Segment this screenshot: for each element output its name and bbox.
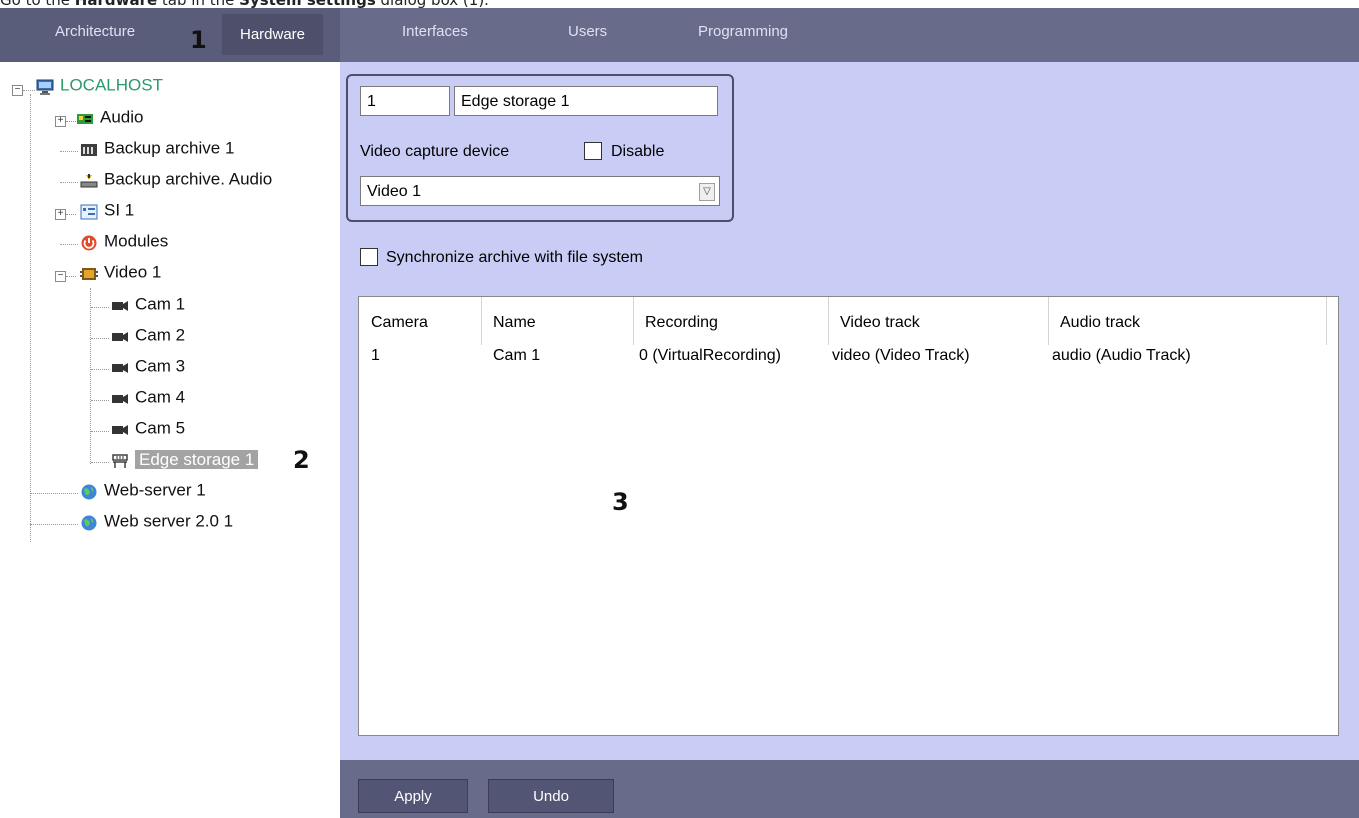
tree-node-localhost[interactable]: LOCALHOST xyxy=(36,71,163,99)
video-capture-device-label: Video capture device xyxy=(360,143,510,160)
column-header-audio-track[interactable]: Audio track xyxy=(1048,297,1326,345)
globe-icon xyxy=(80,512,98,531)
tab-users[interactable]: Users xyxy=(568,8,607,55)
tree-node-cam-2[interactable]: Cam 2 xyxy=(111,321,185,349)
tree-node-modules[interactable]: Modules xyxy=(80,227,168,255)
video-board-icon xyxy=(80,263,98,280)
table-cell-name[interactable]: Cam 1 xyxy=(481,345,633,369)
camera-icon xyxy=(111,388,129,404)
tree-node-video-1[interactable]: Video 1 xyxy=(80,258,161,286)
apply-button[interactable]: Apply xyxy=(358,779,468,813)
tree-node-web-server-1[interactable]: Web-server 1 xyxy=(80,476,206,504)
camera-icon xyxy=(111,295,129,311)
computer-icon xyxy=(36,76,54,95)
tree-node-cam-3[interactable]: Cam 3 xyxy=(111,352,185,380)
camera-icon xyxy=(111,419,129,435)
si-icon xyxy=(80,201,98,220)
column-header-recording[interactable]: Recording xyxy=(633,297,828,345)
chevron-down-icon[interactable]: ▽ xyxy=(699,183,715,201)
collapse-icon[interactable]: − xyxy=(55,271,66,282)
expand-icon[interactable]: + xyxy=(55,116,66,127)
disable-checkbox[interactable] xyxy=(584,142,602,160)
archive-audio-icon xyxy=(80,170,98,188)
tree-node-backup-archive-1[interactable]: Backup archive 1 xyxy=(80,134,234,162)
expand-icon[interactable]: + xyxy=(55,209,66,220)
tree-node-si-1[interactable]: SI 1 xyxy=(80,196,134,224)
column-header-video-track[interactable]: Video track xyxy=(828,297,1048,345)
tab-interfaces[interactable]: Interfaces xyxy=(402,8,468,55)
callout-1: 1 xyxy=(190,26,207,54)
video-capture-device-select[interactable]: Video 1 ▽ xyxy=(360,176,720,206)
tab-hardware[interactable]: Hardware xyxy=(222,14,324,55)
table-cell-recording[interactable]: 0 (VirtualRecording) xyxy=(633,345,828,369)
tree-node-edge-storage-1[interactable]: Edge storage 1 xyxy=(111,445,259,473)
tab-programming[interactable]: Programming xyxy=(698,8,788,55)
disable-label: Disable xyxy=(611,143,665,160)
camera-icon xyxy=(111,357,129,373)
audio-card-icon xyxy=(76,108,94,124)
tree-node-web-server-2-0-1[interactable]: Web server 2.0 1 xyxy=(80,507,233,535)
tree-node-backup-archive-audio[interactable]: Backup archive. Audio xyxy=(80,165,272,193)
collapse-icon[interactable]: − xyxy=(12,85,23,96)
sync-archive-label: Synchronize archive with file system xyxy=(386,249,643,266)
column-header-name[interactable]: Name xyxy=(481,297,633,345)
tree-node-cam-4[interactable]: Cam 4 xyxy=(111,383,185,411)
callout-3: 3 xyxy=(612,488,629,516)
edge-storage-icon xyxy=(111,450,129,468)
name-field[interactable]: Edge storage 1 xyxy=(454,86,718,116)
table-cell-video-track[interactable]: video (Video Track) xyxy=(828,345,1048,369)
id-field[interactable]: 1 xyxy=(360,86,450,116)
sync-archive-checkbox[interactable] xyxy=(360,248,378,266)
callout-2: 2 xyxy=(293,446,310,474)
table-cell-camera[interactable]: 1 xyxy=(359,345,481,369)
column-header-camera[interactable]: Camera xyxy=(359,297,481,345)
tree-node-cam-5[interactable]: Cam 5 xyxy=(111,414,185,442)
tree-node-audio[interactable]: Audio xyxy=(76,103,143,131)
table-cell-audio-track[interactable]: audio (Audio Track) xyxy=(1048,345,1326,369)
tree-node-cam-1[interactable]: Cam 1 xyxy=(111,290,185,318)
hardware-tree: − LOCALHOST + Audio Backup archive 1 Bac… xyxy=(0,62,340,818)
camera-table: Camera Name Recording Video track Audio … xyxy=(358,296,1339,736)
archive-icon xyxy=(80,139,98,156)
globe-icon xyxy=(80,481,98,500)
tab-architecture[interactable]: Architecture xyxy=(55,8,135,55)
camera-icon xyxy=(111,326,129,342)
power-icon xyxy=(80,232,98,251)
undo-button[interactable]: Undo xyxy=(488,779,614,813)
